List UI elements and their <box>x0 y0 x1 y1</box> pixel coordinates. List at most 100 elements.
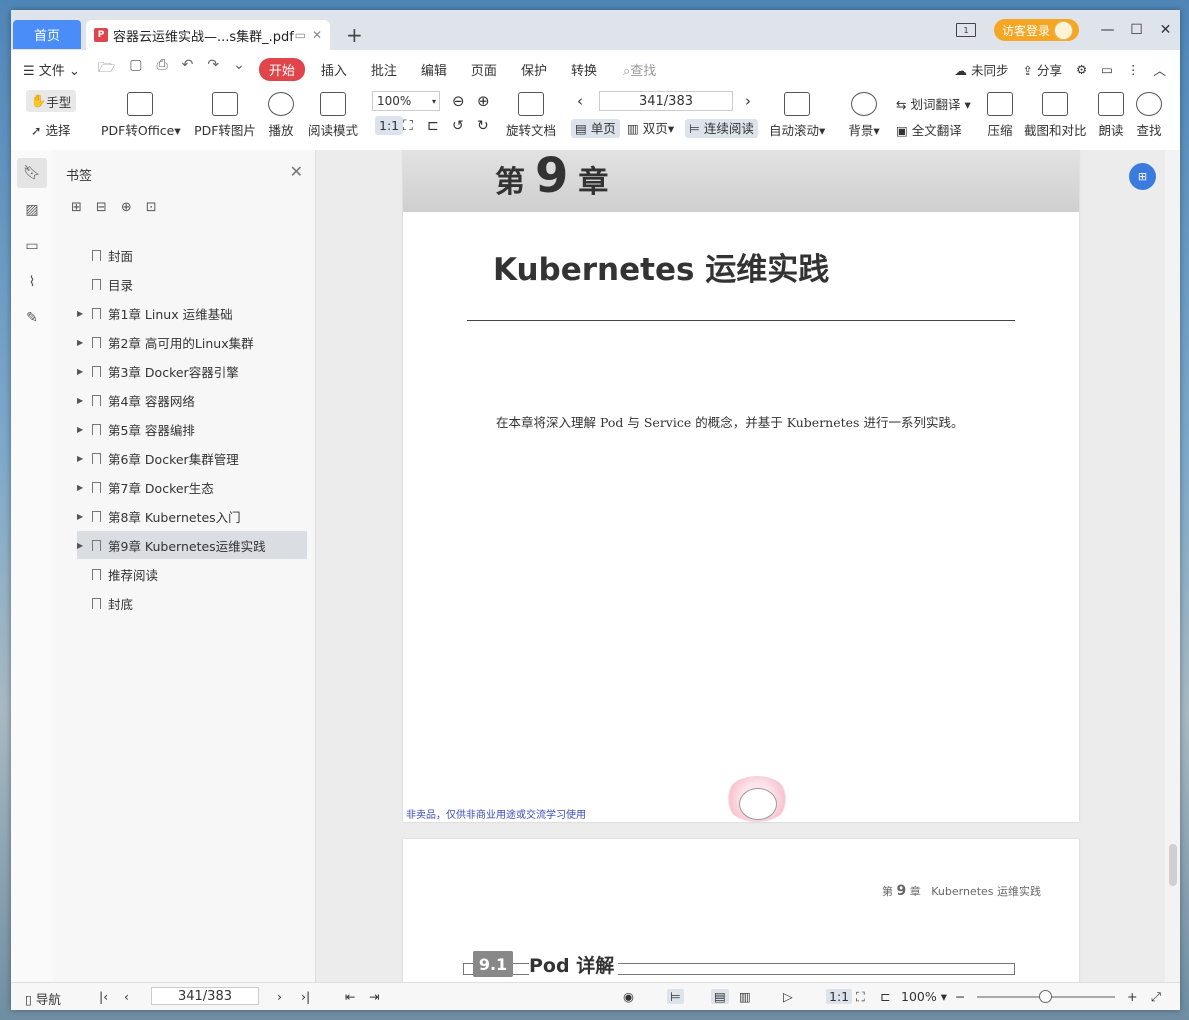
expand-arrow-icon[interactable]: ▶ <box>77 454 89 463</box>
close-panel-icon[interactable]: ✕ <box>290 162 303 181</box>
print-icon[interactable]: ⎙ <box>156 57 167 81</box>
panel-count-icon[interactable]: 1 <box>955 23 976 37</box>
minimize-button[interactable]: — <box>1093 22 1122 38</box>
prev-page-status-icon[interactable]: ‹ <box>124 989 129 1004</box>
file-menu[interactable]: ☰ 文件 ⌄ <box>11 60 92 79</box>
attachment-panel-icon[interactable]: ⌇ <box>23 274 41 292</box>
bookmark-item[interactable]: 推荐阅读 <box>77 560 307 588</box>
bookmark-item[interactable]: ▶ 第8章 Kubernetes入门 <box>77 502 307 530</box>
close-tab-icon[interactable]: ✕ <box>312 28 322 42</box>
single-page-button[interactable]: ▤ 单页 <box>571 118 620 138</box>
actual-size-icon[interactable]: 1:1 <box>375 116 404 135</box>
word-translate-button[interactable]: ⇆ 划词翻译 ▾ <box>896 94 971 113</box>
comment-icon[interactable]: ▭ <box>1101 62 1113 77</box>
zoom-out-icon[interactable]: ⊖ <box>452 92 465 110</box>
expand-arrow-icon[interactable]: ▶ <box>77 512 89 521</box>
menu-protect[interactable]: 保护 <box>509 60 559 79</box>
expand-arrow-icon[interactable]: ▶ <box>77 425 89 434</box>
bookmark-item[interactable]: ▶ 第3章 Docker容器引擎 <box>77 357 307 385</box>
expand-arrow-icon[interactable]: ▶ <box>77 367 89 376</box>
screenshot-compare-button[interactable]: 截图和对比 <box>1024 92 1087 139</box>
continuous-reading-button[interactable]: ⊨ 连续阅读 <box>685 118 758 138</box>
expand-arrow-icon[interactable]: ▶ <box>77 309 89 318</box>
find-button[interactable]: 查找 <box>1135 92 1163 139</box>
play-status-icon[interactable]: ▷ <box>783 989 793 1004</box>
last-page-icon[interactable]: ›| <box>301 989 310 1004</box>
bookmark-item[interactable]: ▶ 第2章 高可用的Linux集群 <box>77 328 307 356</box>
fit-page-status-icon[interactable]: ⛶ <box>856 989 865 1005</box>
fit-page-icon[interactable]: ⛶ <box>403 118 413 134</box>
more-icon[interactable]: ⌄ <box>233 57 245 81</box>
home-tab[interactable]: 首页 <box>13 20 81 49</box>
start-tab[interactable]: 开始 <box>258 57 305 81</box>
fit-width-status-icon[interactable]: ⊏ <box>880 989 890 1004</box>
pdf-to-image-button[interactable]: PDF转图片 <box>194 92 256 139</box>
compress-button[interactable]: 压缩 <box>986 92 1014 139</box>
bookmark-item[interactable]: ▶ 第4章 容器网络 <box>77 386 307 414</box>
bookmark-item[interactable]: ▶ 第6章 Docker集群管理 <box>77 444 307 472</box>
share-button[interactable]: ⇪ 分享 <box>1022 60 1061 79</box>
bookmark-panel-icon[interactable]: 🔖︎ <box>17 158 47 188</box>
menu-convert[interactable]: 转换 <box>559 60 609 79</box>
background-button[interactable]: 背景▾ <box>846 92 882 139</box>
document-tab[interactable]: P 容器云运维实战—...s集群_.pdf ▭ ✕ <box>86 20 330 50</box>
full-translate-button[interactable]: ▣ 全文翻译 <box>896 120 962 139</box>
zoom-in-status-icon[interactable]: + <box>1127 989 1137 1004</box>
page-number-input[interactable]: 341/383 <box>599 91 733 111</box>
add-bookmark-icon[interactable]: ⊕ <box>121 200 132 215</box>
back-icon[interactable]: ⇤ <box>345 989 355 1004</box>
rotate-right-icon[interactable]: ↻ <box>477 118 489 134</box>
signature-panel-icon[interactable]: ✎ <box>23 310 41 328</box>
document-viewer[interactable]: 第9章 Kubernetes 运维实践 在本章将深入理解 Pod 与 Servi… <box>316 150 1173 982</box>
guest-login-button[interactable]: 访客登录 <box>993 19 1079 41</box>
menu-search[interactable]: ⌕查找 <box>609 60 656 79</box>
rotate-left-icon[interactable]: ↺ <box>452 118 464 134</box>
double-page-status-icon[interactable]: ▥ <box>739 989 751 1004</box>
zoom-out-status-icon[interactable]: − <box>955 989 965 1004</box>
scroll-thumb[interactable] <box>1169 844 1177 886</box>
bookmark-item[interactable]: 目录 <box>77 270 307 298</box>
continuous-icon[interactable]: ⊨ <box>667 989 684 1004</box>
bookmark-item[interactable]: ▶ 第5章 容器编排 <box>77 415 307 443</box>
double-page-button[interactable]: ▥ 双页▾ <box>627 118 674 137</box>
comment-panel-icon[interactable]: ▭ <box>23 238 41 256</box>
zoom-dropdown[interactable]: 100% ▾ <box>901 989 947 1004</box>
close-button[interactable]: ✕ <box>1151 22 1180 38</box>
expand-arrow-icon[interactable]: ▶ <box>77 483 89 492</box>
menu-edit[interactable]: 编辑 <box>409 60 459 79</box>
menu-insert[interactable]: 插入 <box>309 60 359 79</box>
pdf-to-office-button[interactable]: PDF转Office▾ <box>101 92 181 139</box>
vertical-scrollbar[interactable] <box>1165 150 1180 982</box>
zoom-slider-handle[interactable] <box>1039 990 1052 1003</box>
menu-comment[interactable]: 批注 <box>359 60 409 79</box>
next-page-status-icon[interactable]: › <box>277 989 282 1004</box>
rotate-document-button[interactable]: 旋转文档 <box>506 92 556 139</box>
zoom-select[interactable]: 100% ▾ <box>372 91 440 111</box>
select-tool-button[interactable]: ➚ 选择 <box>31 120 70 139</box>
bookmark-item[interactable]: ▶ 第9章 Kubernetes运维实践 <box>77 531 307 559</box>
bookmark-icon[interactable]: ⊡ <box>146 200 157 215</box>
bookmark-item[interactable]: 封面 <box>77 241 307 269</box>
redo-icon[interactable]: ↷ <box>207 57 219 81</box>
bookmark-item[interactable]: 封底 <box>77 589 307 617</box>
fit-width-icon[interactable]: ⊏ <box>427 118 439 134</box>
navigation-toggle[interactable]: ▯ 导航 <box>25 989 61 1008</box>
new-tab-button[interactable]: + <box>346 23 363 47</box>
reading-mode-button[interactable]: 阅读模式 <box>308 92 358 139</box>
play-button[interactable]: 播放 <box>268 92 294 139</box>
more-menu-icon[interactable]: ⋮ <box>1127 62 1140 77</box>
save-icon[interactable]: ▢ <box>129 57 142 81</box>
zoom-in-icon[interactable]: ⊕ <box>477 92 490 110</box>
settings-icon[interactable]: ⚙ <box>1076 62 1087 77</box>
thumbnail-panel-icon[interactable]: ▨ <box>23 202 41 220</box>
float-tool-icon[interactable]: ⊞ <box>1129 163 1156 190</box>
status-page-input[interactable]: 341/383 <box>151 987 259 1005</box>
actual-size-status-icon[interactable]: 1:1 <box>826 989 853 1004</box>
bookmark-item[interactable]: ▶ 第1章 Linux 运维基础 <box>77 299 307 327</box>
pin-icon[interactable]: ▭ <box>295 28 306 42</box>
expand-arrow-icon[interactable]: ▶ <box>77 338 89 347</box>
hand-tool-button[interactable]: ✋ 手型 <box>26 90 76 112</box>
read-aloud-button[interactable]: 朗读 <box>1097 92 1125 139</box>
expand-arrow-icon[interactable]: ▶ <box>77 396 89 405</box>
menu-page[interactable]: 页面 <box>459 60 509 79</box>
